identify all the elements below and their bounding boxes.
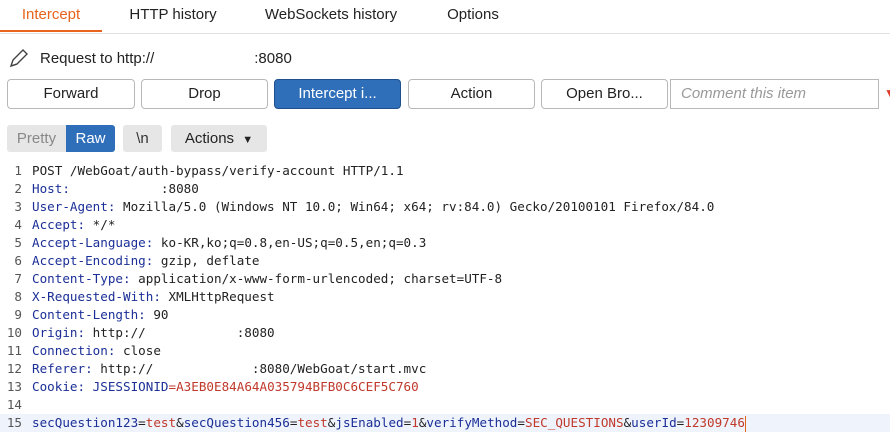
param-value: test (297, 415, 328, 430)
line-number: 5 (14, 235, 22, 250)
line-text: User-Agent: Mozilla/5.0 (Windows NT 10.0… (32, 198, 714, 216)
chevron-down-icon: ▼ (242, 134, 254, 146)
line-number: 4 (14, 217, 22, 232)
header-value: Mozilla/5.0 (Windows NT 10.0; Win64; x64… (115, 199, 715, 214)
param-name: jsEnabled (335, 415, 404, 430)
line-text: Accept: */* (32, 216, 115, 234)
param-name: userId (631, 415, 677, 430)
header-name: User-Agent: (32, 199, 116, 214)
param-name: secQuestion123 (32, 415, 139, 430)
param-name: verifyMethod (426, 415, 518, 430)
request-target: Request to http:// :8080 (8, 44, 292, 72)
header-name: Accept-Language: (32, 235, 154, 250)
param-name: secQuestion456 (183, 415, 290, 430)
dropdown-arrow-icon[interactable]: ▼ (884, 86, 890, 100)
cookie-name: JSESSIONID (92, 379, 169, 394)
line-number: 2 (14, 181, 22, 196)
line-text: POST /WebGoat/auth-bypass/verify-account… (32, 162, 404, 180)
param-value: SEC_QUESTIONS (525, 415, 624, 430)
line-number: 14 (6, 397, 22, 412)
open-browser-button[interactable]: Open Bro... (541, 79, 668, 109)
line-text: Content-Length: 90 (32, 306, 168, 324)
line-text: Origin: http:// :8080 (32, 324, 275, 342)
tab-http-history[interactable]: HTTP history (110, 0, 236, 30)
param-value: 12309746 (684, 415, 745, 430)
request-body-line[interactable]: 15 secQuestion123=test&secQuestion456=tes… (0, 414, 890, 432)
line-text: Accept-Encoding: gzip, deflate (32, 252, 259, 270)
line-number: 11 (6, 343, 22, 358)
drop-button[interactable]: Drop (141, 79, 268, 109)
tab-websockets-history[interactable]: WebSockets history (248, 0, 414, 30)
line-number: 7 (14, 271, 22, 286)
line-text: Cookie: JSESSIONID=A3EB0E84A64A035794BFB… (32, 378, 419, 396)
header-name: Content-Type: (32, 271, 131, 286)
line-number: 13 (6, 379, 22, 394)
header-name: Cookie: (32, 379, 86, 394)
cookie-value: =A3EB0E84A64A035794BFB0C6CEF5C760 (168, 379, 419, 394)
header-value: */* (85, 217, 116, 232)
header-name: Origin: (32, 325, 86, 340)
header-value: application/x-www-form-urlencoded; chars… (130, 271, 503, 286)
comment-field[interactable]: Comment this item (670, 79, 879, 109)
line-number: 10 (6, 325, 22, 340)
line-number: 8 (14, 289, 22, 304)
line-text: secQuestion123=test&secQuestion456=test&… (32, 414, 746, 432)
line-number: 9 (14, 307, 22, 322)
header-name: Referer: (32, 361, 93, 376)
pencil-icon (9, 49, 28, 68)
line-text: Host: :8080 (32, 180, 199, 198)
header-value: ko-KR,ko;q=0.8,en-US;q=0.5,en;q=0.3 (153, 235, 427, 250)
line-number: 15 (6, 415, 22, 430)
header-value: gzip, deflate (153, 253, 260, 268)
header-value: :8080 (69, 181, 199, 196)
separator: & (176, 415, 184, 430)
header-value: POST /WebGoat/auth-bypass/verify-account… (32, 163, 404, 178)
line-number: 12 (6, 361, 22, 376)
actions-menu-button[interactable]: Actions ▼ (171, 125, 267, 152)
show-newlines-button[interactable]: \n (123, 125, 162, 152)
tab-intercept[interactable]: Intercept (0, 0, 102, 32)
header-name: Content-Length: (32, 307, 146, 322)
line-number: 1 (14, 163, 22, 178)
line-number: 3 (14, 199, 22, 214)
view-raw-button[interactable]: Raw (66, 125, 115, 152)
header-value: http:// :8080/WebGoat/start.mvc (92, 361, 427, 376)
header-name: Host: (32, 181, 70, 196)
intercept-toggle-button[interactable]: Intercept i... (274, 79, 401, 109)
line-text: Accept-Language: ko-KR,ko;q=0.8,en-US;q=… (32, 234, 426, 252)
line-text: X-Requested-With: XMLHttpRequest (32, 288, 275, 306)
header-value: http:// :8080 (85, 325, 275, 340)
param-value: 1 (411, 415, 419, 430)
separator: = (517, 415, 525, 430)
actions-label: Actions (184, 130, 235, 147)
tab-options[interactable]: Options (428, 0, 518, 30)
tab-bar: Intercept HTTP history WebSockets histor… (0, 0, 890, 34)
forward-button[interactable]: Forward (7, 79, 135, 109)
header-value: close (115, 343, 161, 358)
action-button[interactable]: Action (408, 79, 535, 109)
line-text: Content-Type: application/x-www-form-url… (32, 270, 502, 288)
param-value: test (145, 415, 177, 430)
view-pretty-button[interactable]: Pretty (7, 125, 66, 152)
header-value (85, 379, 93, 394)
request-port: :8080 (254, 49, 292, 67)
line-text: Referer: http:// :8080/WebGoat/start.mvc (32, 360, 426, 378)
line-number: 6 (14, 253, 22, 268)
header-name: X-Requested-With: (32, 289, 161, 304)
header-value: 90 (145, 307, 169, 322)
header-name: Connection: (32, 343, 116, 358)
text-cursor (744, 415, 746, 432)
header-name: Accept: (32, 217, 86, 232)
header-value: XMLHttpRequest (160, 289, 275, 304)
request-prefix: Request to http:// (40, 49, 155, 67)
separator: = (138, 415, 146, 430)
redacted-host (154, 51, 254, 65)
header-name: Accept-Encoding: (32, 253, 154, 268)
line-text: Connection: close (32, 342, 161, 360)
